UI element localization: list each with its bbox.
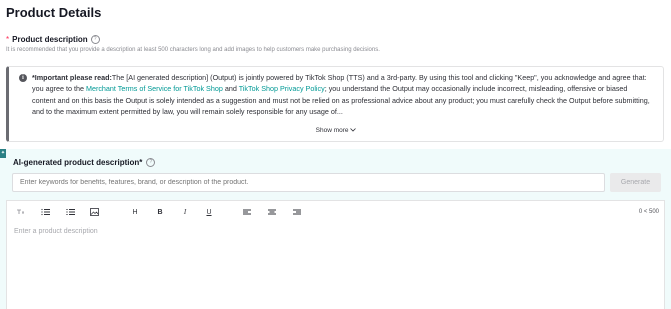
required-mark: * <box>6 35 10 44</box>
description-editor[interactable]: H B I U 0 < 500 Enter a product descript… <box>6 200 665 309</box>
align-right-icon[interactable] <box>292 207 302 217</box>
show-more-label: Show more <box>315 127 349 134</box>
notice-text: *Important please read:The [AI generated… <box>32 72 652 117</box>
product-description-label: * Product description ? <box>6 35 100 44</box>
editor-placeholder: Enter a product description <box>14 228 98 235</box>
editor-toolbar: H B I U 0 < 500 <box>7 201 664 223</box>
underline-button[interactable]: U <box>204 207 214 217</box>
privacy-policy-link[interactable]: TikTok Shop Privacy Policy <box>239 84 325 93</box>
notice-bold-prefix: *Important please read: <box>32 73 112 82</box>
italic-button[interactable]: I <box>180 207 190 217</box>
product-description-label-text: Product description <box>12 35 88 44</box>
bullet-list-icon[interactable] <box>65 207 75 217</box>
ai-description-label: AI-generated product description* ? <box>13 158 156 167</box>
align-left-icon[interactable] <box>242 207 252 217</box>
character-counter: 0 < 500 <box>638 209 659 215</box>
chevron-down-icon <box>350 127 357 134</box>
generate-button[interactable]: Generate <box>610 173 661 192</box>
show-more-button[interactable]: Show more <box>9 127 663 134</box>
heading-button[interactable]: H <box>130 207 140 217</box>
align-center-icon[interactable] <box>267 207 277 217</box>
description-hint: It is recommended that you provide a des… <box>6 47 380 53</box>
bold-button[interactable]: B <box>155 207 165 217</box>
notice-and: and <box>222 84 239 94</box>
format-clear-icon[interactable] <box>15 207 25 217</box>
info-icon: i <box>19 74 27 82</box>
merchant-terms-link[interactable]: Merchant Terms of Service for TikTok Sho… <box>86 84 223 93</box>
keywords-input[interactable] <box>12 173 605 192</box>
ordered-list-icon[interactable] <box>40 207 50 217</box>
help-icon[interactable]: ? <box>90 35 100 44</box>
page-title: Product Details <box>6 5 102 20</box>
ai-help-icon[interactable]: ? <box>146 158 156 167</box>
ai-sparkle-icon: ✦ <box>0 149 6 158</box>
ai-description-label-text: AI-generated product description* <box>13 158 143 167</box>
ai-disclaimer-notice: i *Important please read:The [AI generat… <box>6 66 664 142</box>
image-icon[interactable] <box>89 207 99 217</box>
